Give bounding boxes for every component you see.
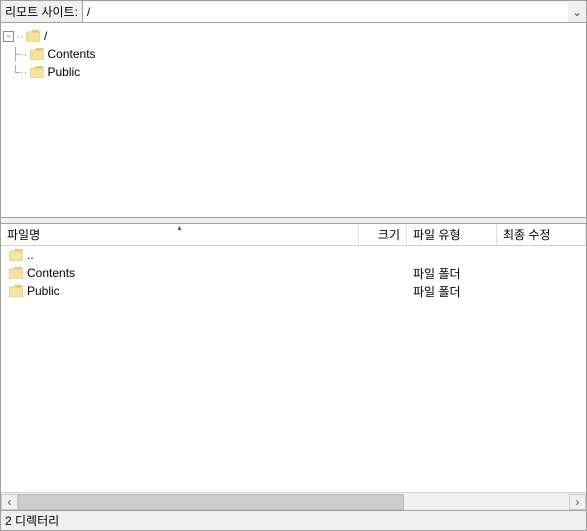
list-item-type: 파일 폴더 [407,283,497,300]
tree-connector-icon: └·· [11,65,28,79]
column-header-type[interactable]: 파일 유형 [407,224,497,245]
tree-child-node[interactable]: └·· Public [3,63,584,81]
column-header-name[interactable]: 파일명 ▴ [1,224,359,245]
scrollbar-track[interactable] [18,494,569,510]
scroll-right-button[interactable]: › [569,494,586,510]
sort-ascending-icon: ▴ [177,224,181,232]
list-item[interactable]: Contents 파일 폴더 [1,264,586,282]
remote-file-list-pane: 파일명 ▴ 크기 파일 유형 최종 수정 .. [1,224,586,510]
status-bar: 2 디렉터리 [1,510,586,530]
remote-path-dropdown-button[interactable]: ⌄ [568,5,586,19]
tree-connector-icon: ·· [16,29,24,43]
file-list-body[interactable]: .. Contents 파일 폴더 Public [1,246,586,492]
tree-collapse-icon[interactable]: − [3,31,14,42]
column-header-size[interactable]: 크기 [359,224,407,245]
status-text: 2 디렉터리 [5,512,59,529]
remote-path-input-wrap [83,2,568,22]
tree-connector-icon: ├·· [11,47,28,61]
remote-tree-pane[interactable]: − ·· / ├·· Contents └·· Public [1,23,586,218]
tree-root-node[interactable]: − ·· / [3,27,584,45]
folder-up-icon [9,249,23,261]
folder-icon [26,30,40,42]
tree-child-label: Contents [48,47,96,61]
column-header-modified[interactable]: 최종 수정 [497,224,586,245]
tree-child-node[interactable]: ├·· Contents [3,45,584,63]
list-item-name: .. [27,248,34,262]
remote-path-label: 리모트 사이트: [1,1,83,22]
chevron-right-icon: › [576,495,580,509]
list-item-name: Public [27,284,60,298]
list-item[interactable]: Public 파일 폴더 [1,282,586,300]
tree-child-label: Public [48,65,81,79]
list-item-name: Contents [27,266,75,280]
file-list-header: 파일명 ▴ 크기 파일 유형 최종 수정 [1,224,586,246]
folder-icon [9,267,23,279]
folder-icon [9,285,23,297]
tree-root-label: / [44,29,47,43]
horizontal-scrollbar[interactable]: ‹ › [1,492,586,510]
chevron-left-icon: ‹ [8,495,12,509]
remote-path-input[interactable] [83,2,568,22]
remote-path-bar: 리모트 사이트: ⌄ [1,1,586,23]
scroll-left-button[interactable]: ‹ [1,494,18,510]
folder-icon [30,48,44,60]
scrollbar-thumb[interactable] [18,494,404,510]
list-item-type: 파일 폴더 [407,265,497,282]
list-item-parent[interactable]: .. [1,246,586,264]
chevron-down-icon: ⌄ [572,5,582,19]
folder-icon [30,66,44,78]
